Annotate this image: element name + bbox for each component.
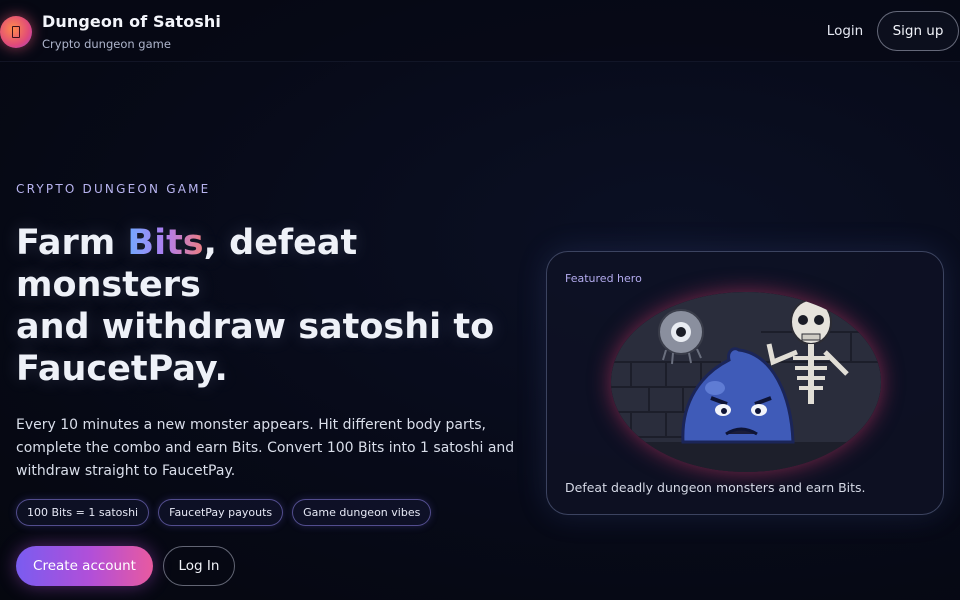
hero-description: Every 10 minutes a new monster appears. … <box>16 417 515 479</box>
pill-dungeon-vibes: Game dungeon vibes <box>292 499 432 526</box>
headline-accent: Bits <box>127 223 204 263</box>
card-caption: Defeat deadly dungeon monsters and earn … <box>565 480 866 495</box>
sign-up-button[interactable]: Sign up <box>877 11 959 51</box>
headline-line3: and withdraw satoshi to <box>16 307 495 347</box>
brand-title[interactable]: Dungeon of Satoshi <box>42 12 221 31</box>
monster-artwork <box>611 292 881 472</box>
hero-headline: Farm Bits, defeat monsters and withdraw … <box>16 222 516 390</box>
headline-prefix: Farm <box>16 223 128 263</box>
pill-faucetpay: FaucetPay payouts <box>158 499 284 526</box>
hero-eyebrow: CRYPTO DUNGEON GAME <box>16 182 211 196</box>
pill-bits-rate: 100 Bits = 1 satoshi <box>16 499 150 526</box>
top-navbar: Dungeon of Satoshi Crypto dungeon game L… <box>0 0 960 62</box>
login-link[interactable]: Login <box>817 18 873 44</box>
feature-pills: 100 Bits = 1 satoshi FaucetPay payouts G… <box>16 499 432 526</box>
log-in-button[interactable]: Log In <box>163 546 235 586</box>
featured-hero-card: Featured hero Defeat deadly dungeon mons… <box>546 251 944 515</box>
headline-line2: monsters <box>16 265 201 305</box>
brand-subtitle: Crypto dungeon game <box>42 37 171 51</box>
dungeon-floor <box>611 442 881 472</box>
dungeon-door-icon[interactable] <box>0 16 32 48</box>
headline-line1-rest: , defeat <box>203 223 358 263</box>
card-label: Featured hero <box>565 272 642 285</box>
monster-scene-svg <box>611 292 881 472</box>
headline-line4: FaucetPay. <box>16 349 228 389</box>
create-account-button[interactable]: Create account <box>16 546 153 586</box>
door-glyph <box>12 26 20 38</box>
